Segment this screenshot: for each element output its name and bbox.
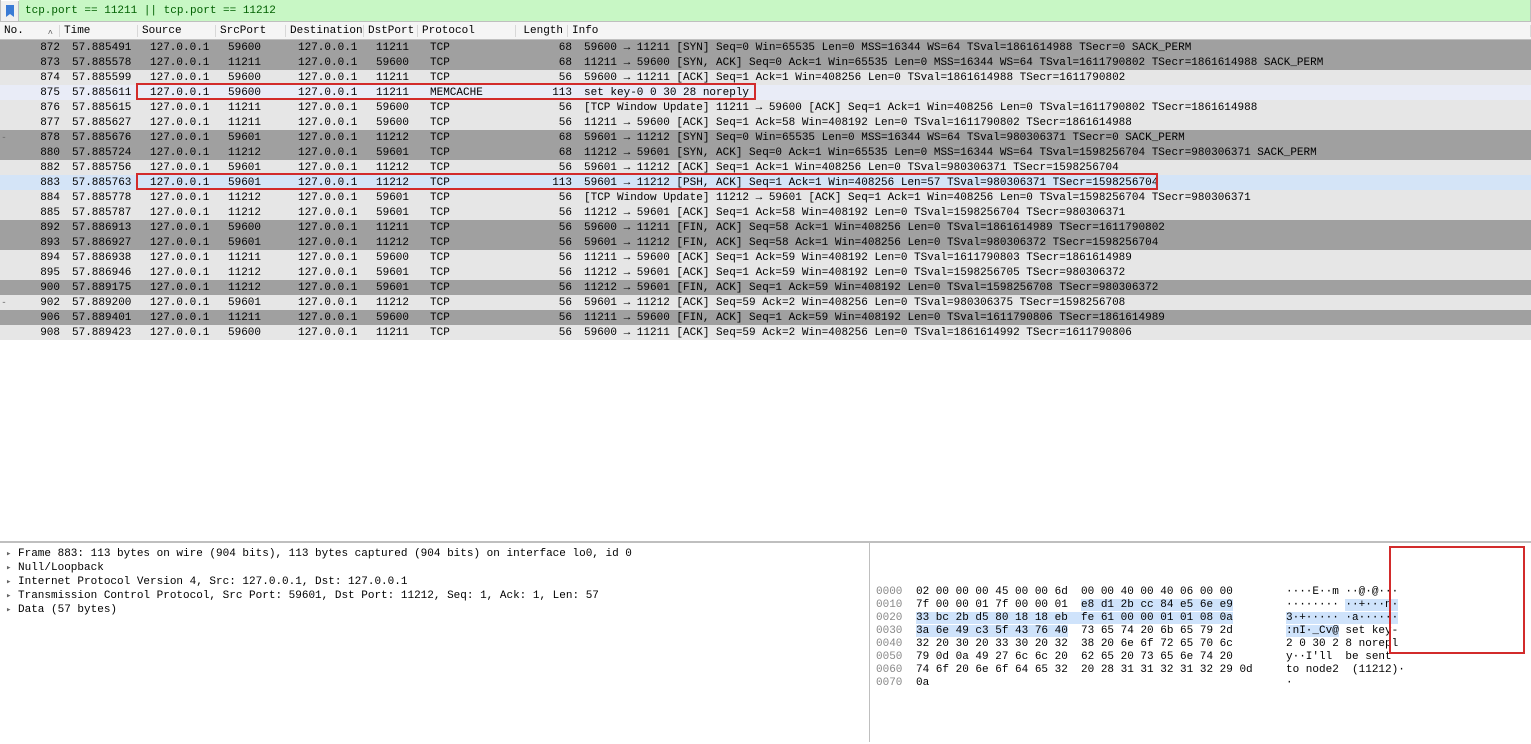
row-gutter <box>0 115 8 130</box>
hex-row[interactable]: 004032 20 30 20 33 30 20 32 38 20 6e 6f … <box>876 638 1525 651</box>
row-gutter <box>0 190 8 205</box>
bookmark-icon[interactable] <box>1 1 19 21</box>
hex-row[interactable]: 005079 0d 0a 49 27 6c 6c 20 62 65 20 73 … <box>876 651 1525 664</box>
packet-list-pane: No.^ Time Source SrcPort Destination Dst… <box>0 22 1531 542</box>
tree-item[interactable]: ▸Transmission Control Protocol, Src Port… <box>0 589 869 603</box>
row-gutter <box>0 40 8 55</box>
row-gutter <box>0 145 8 160</box>
table-row[interactable]: 87557.885611127.0.0.159600127.0.0.111211… <box>0 85 1531 100</box>
table-row[interactable]: 88357.885763127.0.0.159601127.0.0.111212… <box>0 175 1531 190</box>
row-gutter <box>0 55 8 70</box>
row-gutter <box>0 85 8 100</box>
col-header-source[interactable]: Source <box>138 25 216 37</box>
table-row[interactable]: -90257.889200127.0.0.159601127.0.0.11121… <box>0 295 1531 310</box>
row-gutter <box>0 280 8 295</box>
row-gutter: - <box>0 295 8 310</box>
table-row[interactable]: 89557.886946127.0.0.111212127.0.0.159601… <box>0 265 1531 280</box>
table-row[interactable]: 88457.885778127.0.0.111212127.0.0.159601… <box>0 190 1531 205</box>
col-header-protocol[interactable]: Protocol <box>418 25 516 37</box>
col-header-srcport[interactable]: SrcPort <box>216 25 286 37</box>
table-row[interactable]: 89457.886938127.0.0.111211127.0.0.159600… <box>0 250 1531 265</box>
chevron-right-icon: ▸ <box>6 591 18 601</box>
table-row[interactable]: 87257.885491127.0.0.159600127.0.0.111211… <box>0 40 1531 55</box>
hex-row[interactable]: 006074 6f 20 6e 6f 64 65 32 20 28 31 31 … <box>876 664 1525 677</box>
table-row[interactable]: 87657.885615127.0.0.111211127.0.0.159600… <box>0 100 1531 115</box>
row-gutter <box>0 205 8 220</box>
display-filter-input[interactable] <box>19 0 1530 21</box>
hex-row[interactable]: 00107f 00 00 01 7f 00 00 01 e8 d1 2b cc … <box>876 599 1525 612</box>
packet-list-body[interactable]: 87257.885491127.0.0.159600127.0.0.111211… <box>0 40 1531 340</box>
row-gutter <box>0 325 8 340</box>
chevron-right-icon: ▸ <box>6 605 18 615</box>
hex-row[interactable]: 002033 bc 2b d5 80 18 18 eb fe 61 00 00 … <box>876 612 1525 625</box>
tree-item[interactable]: ▸Internet Protocol Version 4, Src: 127.0… <box>0 575 869 589</box>
table-row[interactable]: 87757.885627127.0.0.111211127.0.0.159600… <box>0 115 1531 130</box>
packet-bytes-pane[interactable]: 000002 00 00 00 45 00 00 6d 00 00 40 00 … <box>870 543 1531 742</box>
row-gutter <box>0 160 8 175</box>
table-row[interactable]: 89357.886927127.0.0.159601127.0.0.111212… <box>0 235 1531 250</box>
col-header-length[interactable]: Length <box>516 25 568 37</box>
table-row[interactable]: 90057.889175127.0.0.111212127.0.0.159601… <box>0 280 1531 295</box>
row-gutter <box>0 100 8 115</box>
col-header-dstport[interactable]: DstPort <box>364 25 418 37</box>
bottom-panes: ▸Frame 883: 113 bytes on wire (904 bits)… <box>0 542 1531 742</box>
table-row[interactable]: 90657.889401127.0.0.111211127.0.0.159600… <box>0 310 1531 325</box>
tree-item[interactable]: ▸Data (57 bytes) <box>0 603 869 617</box>
chevron-right-icon: ▸ <box>6 563 18 573</box>
col-header-destination[interactable]: Destination <box>286 25 364 37</box>
col-header-no[interactable]: No.^ <box>0 25 60 37</box>
row-gutter <box>0 250 8 265</box>
table-row[interactable]: 87357.885578127.0.0.111211127.0.0.159600… <box>0 55 1531 70</box>
packet-details-pane[interactable]: ▸Frame 883: 113 bytes on wire (904 bits)… <box>0 543 870 742</box>
table-row[interactable]: 88557.885787127.0.0.111212127.0.0.159601… <box>0 205 1531 220</box>
hex-row[interactable]: 00303a 6e 49 c3 5f 43 76 40 73 65 74 20 … <box>876 625 1525 638</box>
row-gutter <box>0 175 8 190</box>
tree-item[interactable]: ▸Frame 883: 113 bytes on wire (904 bits)… <box>0 547 869 561</box>
chevron-right-icon: ▸ <box>6 549 18 559</box>
packet-list-header[interactable]: No.^ Time Source SrcPort Destination Dst… <box>0 22 1531 40</box>
table-row[interactable]: -87857.885676127.0.0.159601127.0.0.11121… <box>0 130 1531 145</box>
row-gutter: - <box>0 130 8 145</box>
table-row[interactable]: 88257.885756127.0.0.159601127.0.0.111212… <box>0 160 1531 175</box>
table-row[interactable]: 88057.885724127.0.0.111212127.0.0.159601… <box>0 145 1531 160</box>
hex-row[interactable]: 00700a· <box>876 677 1525 690</box>
row-gutter <box>0 235 8 250</box>
row-gutter <box>0 70 8 85</box>
chevron-right-icon: ▸ <box>6 577 18 587</box>
display-filter-bar <box>0 0 1531 22</box>
table-row[interactable]: 87457.885599127.0.0.159600127.0.0.111211… <box>0 70 1531 85</box>
row-gutter <box>0 265 8 280</box>
row-gutter <box>0 220 8 235</box>
sort-caret-icon: ^ <box>48 29 53 37</box>
col-header-info[interactable]: Info <box>568 25 1531 37</box>
table-row[interactable]: 89257.886913127.0.0.159600127.0.0.111211… <box>0 220 1531 235</box>
tree-item[interactable]: ▸Null/Loopback <box>0 561 869 575</box>
row-gutter <box>0 310 8 325</box>
hex-row[interactable]: 000002 00 00 00 45 00 00 6d 00 00 40 00 … <box>876 586 1525 599</box>
col-header-time[interactable]: Time <box>60 25 138 37</box>
table-row[interactable]: 90857.889423127.0.0.159600127.0.0.111211… <box>0 325 1531 340</box>
